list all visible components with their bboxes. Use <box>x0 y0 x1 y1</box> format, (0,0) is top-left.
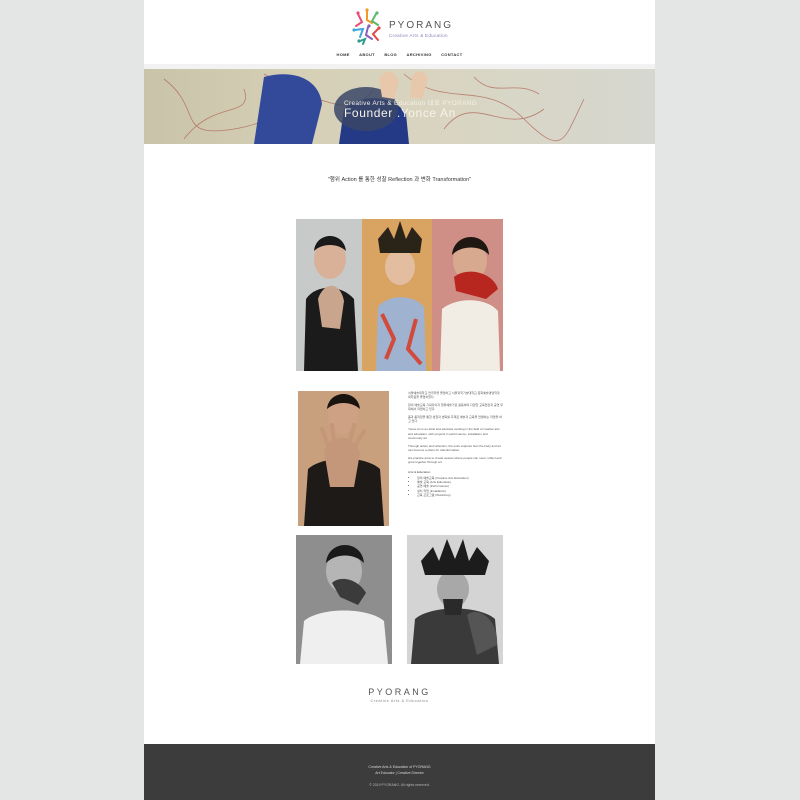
bio-paragraph: Yonce An is an artist and educator worki… <box>408 427 500 440</box>
banner-title: Founder .Yonce An <box>344 106 456 120</box>
footer-brand-tagline: Creative Arts & Education <box>370 698 429 703</box>
nav-item-home[interactable]: HOME <box>337 52 350 57</box>
site-header: PYORANG Creative Arts & Education HOME A… <box>144 0 655 64</box>
footer-line: Art Educator | Creative Director <box>375 771 424 775</box>
bio-list: 창의 예술교육 (Creative Arts Education) 예술 교육 … <box>408 476 503 497</box>
logo-mark-icon <box>352 8 381 45</box>
hero-banner: Creative Arts & Education 대표 PYORANG Fou… <box>144 69 655 144</box>
brand-tagline: Creative Arts & Education <box>389 33 448 38</box>
bio-paragraph: Through action and reflection, the work … <box>408 443 501 452</box>
bio-paragraph: His practice aims to create spaces where… <box>408 455 502 465</box>
footer-logo[interactable]: PYORANG Creative Arts & Education <box>144 687 655 703</box>
nav-item-about[interactable]: ABOUT <box>359 52 375 57</box>
portrait-photo-bw-face <box>296 535 392 664</box>
brand-name: PYORANG <box>389 20 454 31</box>
nav-item-archiving[interactable]: ARCHIVING <box>407 52 432 57</box>
main-nav: HOME ABOUT BLOG ARCHIVING CONTACT <box>144 52 655 57</box>
portrait-photo-bw-crown <box>407 535 503 664</box>
portrait-collage-photo <box>296 219 503 371</box>
founder-bio: 서울예술대학교 연극학을 졸업하고 서울과학기술대학교 문화예술경영학과 대학원… <box>408 391 503 497</box>
footer-copyright: © 2019 PYORANG. All rights reserved. <box>369 783 430 787</box>
page: PYORANG Creative Arts & Education HOME A… <box>144 0 655 800</box>
footer-brand-name: PYORANG <box>368 687 431 697</box>
bio-paragraph: 몸과 움직임을 통한 성찰과 변화를 주제로 예술과 교육을 연결하는 작업을 … <box>408 415 502 424</box>
nav-item-blog[interactable]: BLOG <box>384 52 397 57</box>
bio-list-title: Arts & Education <box>408 470 431 475</box>
tagline-quote: "행위 Action 를 통한 성찰 Reflection 과 변화 Trans… <box>327 177 472 183</box>
portrait-photo-hands <box>298 391 389 526</box>
nav-item-contact[interactable]: CONTACT <box>441 52 462 57</box>
bio-paragraph: 창의 예술교육 기획자이자 행위예술가로 활동하며 다양한 교육현장과 공연 무… <box>408 403 503 412</box>
list-item: 교육 프로그램 (Workshop) <box>417 493 503 497</box>
site-logo[interactable]: PYORANG Creative Arts & Education <box>350 8 460 48</box>
bio-paragraph: 서울예술대학교 연극학을 졸업하고 서울과학기술대학교 문화예술경영학과 대학원… <box>408 391 500 400</box>
site-footer: Creative Arts & Education of PYORANG Art… <box>144 744 655 800</box>
